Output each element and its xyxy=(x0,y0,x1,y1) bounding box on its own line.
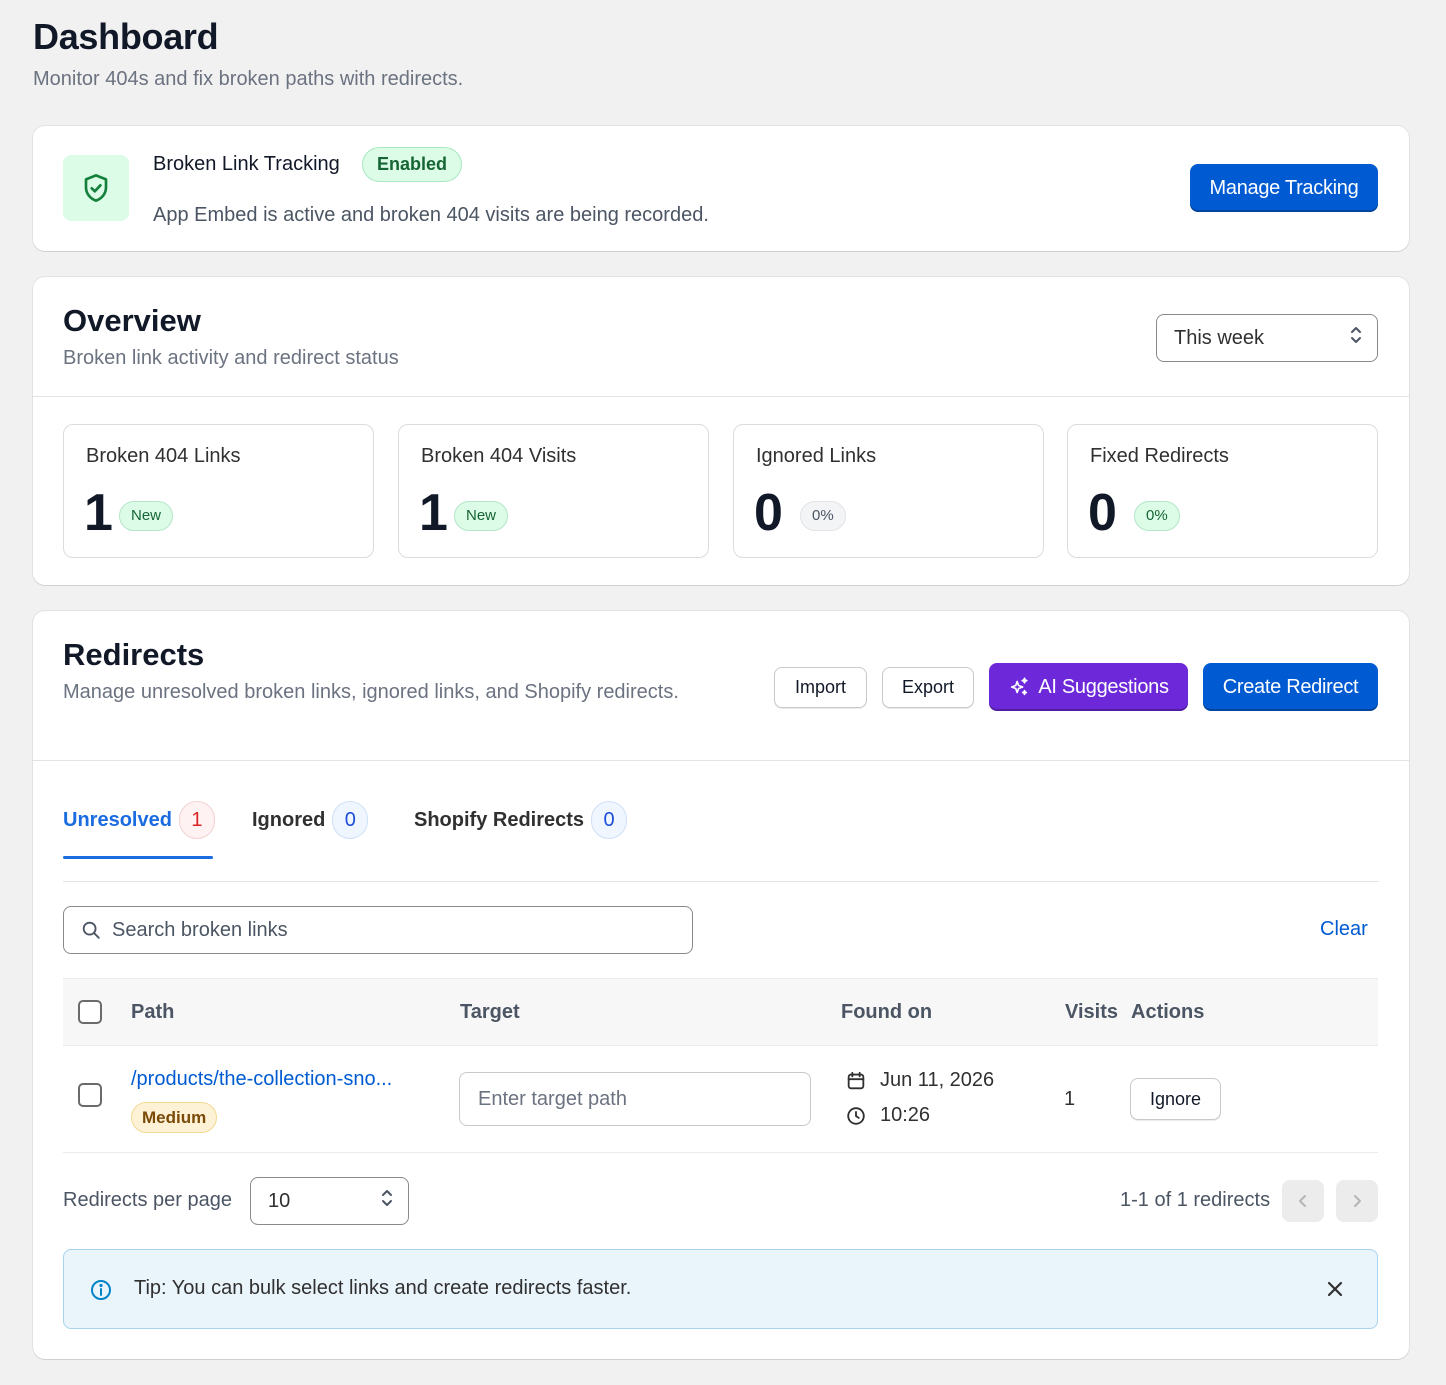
tab-ignored[interactable]: Ignored 0 xyxy=(252,801,369,839)
import-button[interactable]: Import xyxy=(774,667,867,708)
row-checkbox[interactable] xyxy=(78,1083,102,1107)
ignore-button[interactable]: Ignore xyxy=(1130,1078,1221,1120)
found-date: Jun 11, 2026 xyxy=(845,1069,994,1092)
sparkles-icon xyxy=(1008,676,1030,698)
search-input[interactable] xyxy=(112,918,672,942)
stat-label: Broken 404 Links xyxy=(86,445,241,467)
ai-suggestions-label: AI Suggestions xyxy=(1038,675,1169,698)
tab-label: Shopify Redirects xyxy=(414,808,585,831)
stat-label: Ignored Links xyxy=(756,445,877,467)
status-badge: Enabled xyxy=(362,147,463,182)
search-field[interactable] xyxy=(63,906,693,954)
stat-fixed-redirects: Fixed Redirects 0 0% xyxy=(1067,424,1378,558)
per-page-select[interactable]: 10 xyxy=(250,1177,409,1225)
redirects-title: Redirects xyxy=(63,637,205,672)
table-header: Path Target Found on Visits Actions xyxy=(63,978,1378,1046)
column-visits: Visits xyxy=(1065,1001,1118,1023)
chevron-right-icon xyxy=(1349,1193,1365,1209)
stat-label: Fixed Redirects xyxy=(1090,445,1229,467)
visits-value: 1 xyxy=(1064,1088,1076,1110)
path-link[interactable]: /products/the-collection-sno... xyxy=(131,1068,392,1091)
tracking-title: Broken Link Tracking xyxy=(153,153,340,175)
target-path-input[interactable] xyxy=(459,1072,811,1126)
page-header: Dashboard Monitor 404s and fix broken pa… xyxy=(33,16,463,91)
tabs-divider xyxy=(63,881,1379,882)
tracking-description: App Embed is active and broken 404 visit… xyxy=(153,204,709,226)
tab-unresolved[interactable]: Unresolved 1 xyxy=(63,801,215,839)
table-row: /products/the-collection-sno... Medium J… xyxy=(63,1046,1378,1153)
stat-value: 1 xyxy=(84,484,113,542)
stat-broken-visits: Broken 404 Visits 1 New xyxy=(398,424,709,558)
manage-tracking-button[interactable]: Manage Tracking xyxy=(1190,164,1378,212)
stat-badge: New xyxy=(454,501,509,531)
tab-label: Ignored xyxy=(252,808,326,831)
column-actions: Actions xyxy=(1131,1001,1205,1023)
tab-shopify-redirects[interactable]: Shopify Redirects 0 xyxy=(414,801,628,839)
per-page-label: Redirects per page xyxy=(63,1189,232,1211)
tracking-card: Broken Link Tracking Enabled App Embed i… xyxy=(33,126,1409,251)
search-icon xyxy=(80,919,102,941)
stat-broken-links: Broken 404 Links 1 New xyxy=(63,424,374,558)
column-target: Target xyxy=(460,1001,520,1023)
period-select[interactable]: This week xyxy=(1156,314,1378,362)
tab-active-indicator xyxy=(63,856,213,859)
tab-count: 1 xyxy=(178,801,215,839)
stat-label: Broken 404 Visits xyxy=(421,445,577,467)
stat-value: 0 xyxy=(1088,484,1117,542)
select-all-checkbox[interactable] xyxy=(78,1000,102,1024)
tab-count: 0 xyxy=(591,801,628,839)
export-button[interactable]: Export xyxy=(882,667,974,708)
priority-badge: Medium xyxy=(131,1102,218,1133)
period-select-value: This week xyxy=(1174,326,1265,349)
create-redirect-button[interactable]: Create Redirect xyxy=(1203,663,1378,711)
per-page-value: 10 xyxy=(268,1189,291,1212)
tab-label: Unresolved xyxy=(63,808,172,831)
close-icon[interactable] xyxy=(1323,1277,1347,1301)
redirects-subtitle: Manage unresolved broken links, ignored … xyxy=(63,681,679,703)
column-found-on: Found on xyxy=(841,1001,933,1023)
column-path: Path xyxy=(131,1001,175,1023)
shield-check-icon xyxy=(63,155,129,221)
overview-title: Overview xyxy=(63,303,201,338)
next-page-button[interactable] xyxy=(1336,1180,1378,1222)
calendar-icon xyxy=(845,1070,867,1092)
ai-suggestions-button[interactable]: AI Suggestions xyxy=(989,663,1188,711)
overview-card: Overview Broken link activity and redire… xyxy=(33,277,1409,585)
redirects-card: Redirects Manage unresolved broken links… xyxy=(33,611,1409,1359)
clock-icon xyxy=(845,1105,867,1127)
page-title: Dashboard xyxy=(33,16,219,57)
stat-badge: 0% xyxy=(800,501,846,531)
found-date-text: Jun 11, 2026 xyxy=(880,1069,995,1091)
page-subtitle: Monitor 404s and fix broken paths with r… xyxy=(33,68,464,90)
tab-count: 0 xyxy=(332,801,369,839)
tip-banner: Tip: You can bulk select links and creat… xyxy=(63,1249,1378,1329)
stat-value: 0 xyxy=(754,484,783,542)
redirects-divider xyxy=(33,760,1409,761)
stat-value: 1 xyxy=(419,484,448,542)
stat-badge: 0% xyxy=(1134,501,1180,531)
chevron-up-down-icon xyxy=(1349,324,1363,352)
found-time: 10:26 xyxy=(845,1104,930,1127)
clear-link[interactable]: Clear xyxy=(1320,918,1368,941)
stat-ignored-links: Ignored Links 0 0% xyxy=(733,424,1044,558)
tip-text: Tip: You can bulk select links and creat… xyxy=(134,1277,632,1299)
previous-page-button[interactable] xyxy=(1282,1180,1324,1222)
pagination-info: 1-1 of 1 redirects xyxy=(1120,1189,1271,1211)
stat-badge: New xyxy=(119,501,174,531)
info-icon xyxy=(89,1278,113,1302)
overview-subtitle: Broken link activity and redirect status xyxy=(63,347,399,369)
chevron-up-down-icon xyxy=(380,1187,394,1215)
chevron-left-icon xyxy=(1295,1193,1311,1209)
found-time-text: 10:26 xyxy=(880,1104,931,1126)
overview-divider xyxy=(33,396,1409,397)
